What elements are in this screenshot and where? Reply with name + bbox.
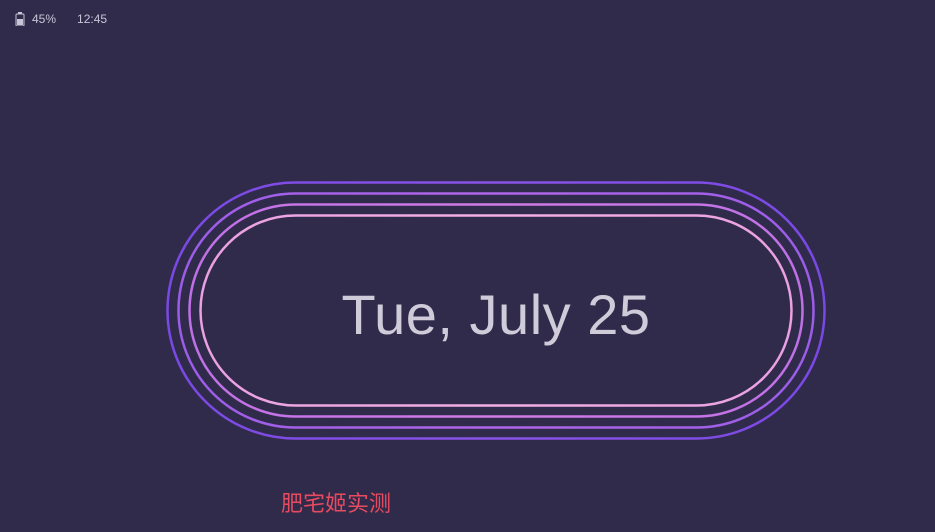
watermark-text: 肥宅姬实测 <box>281 492 392 517</box>
date-display: Tue, July 25 <box>341 282 651 346</box>
date-pill-rings <box>166 181 826 440</box>
